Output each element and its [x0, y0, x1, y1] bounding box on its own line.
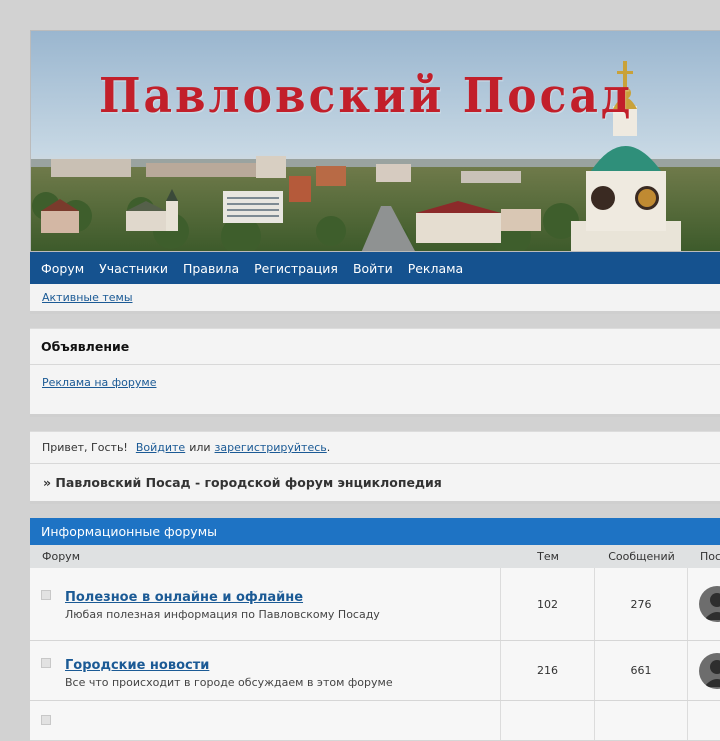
- guest-greeting: Привет, Гость! Войдите или зарегистрируй…: [30, 432, 720, 464]
- forum-topic-count: 216: [501, 641, 595, 700]
- announcement-heading: Объявление: [30, 329, 720, 365]
- greeting-period: .: [326, 441, 331, 454]
- nav-login[interactable]: Войти: [353, 261, 393, 276]
- banner-cityscape-image: [31, 31, 720, 251]
- forum-status-icon: [41, 715, 51, 725]
- forum-status-icon: [41, 658, 51, 668]
- advertising-link[interactable]: Реклама на форуме: [42, 376, 156, 389]
- nav-advertising[interactable]: Реклама: [408, 261, 464, 276]
- banner-title: Павловский Посад: [99, 69, 634, 125]
- nav-rules[interactable]: Правила: [183, 261, 239, 276]
- login-link[interactable]: Войдите: [136, 441, 185, 454]
- active-topics-link[interactable]: Активные темы: [42, 291, 133, 304]
- forum-topic-count: 102: [501, 568, 595, 640]
- forum-title-link[interactable]: Полезное в онлайне и офлайне: [65, 590, 380, 605]
- forum-post-count-empty: [595, 701, 688, 740]
- column-topics: Тем: [537, 550, 559, 563]
- last-post-cell: [688, 568, 720, 640]
- forum-row: Городские новости Все что происходит в г…: [30, 641, 720, 701]
- forum-cell: Полезное в онлайне и офлайне Любая полез…: [30, 568, 501, 640]
- column-last-post: Последнее сообщение: [700, 550, 720, 563]
- category-heading: Информационные форумы: [30, 518, 720, 545]
- nav-register[interactable]: Регистрация: [254, 261, 338, 276]
- forum-description: Все что происходит в городе обсуждаем в …: [65, 676, 393, 689]
- or-text: или: [189, 441, 211, 454]
- forum-title-link[interactable]: Городские новости: [65, 658, 393, 673]
- column-forum: Форум: [42, 550, 80, 563]
- breadcrumb: » Павловский Посад - городской форум энц…: [43, 475, 442, 490]
- forum-cell: Городские новости Все что происходит в г…: [30, 641, 501, 700]
- nav-members[interactable]: Участники: [99, 261, 168, 276]
- column-posts: Сообщений: [608, 550, 675, 563]
- forum-description: Любая полезная информация по Павловскому…: [65, 608, 380, 621]
- register-link[interactable]: зарегистрируйтесь: [215, 441, 327, 454]
- forum-post-count: 276: [595, 568, 688, 640]
- forum-cell: [30, 701, 501, 740]
- announcement-block: Объявление Реклама на форуме: [30, 328, 720, 417]
- sub-navigation: Активные темы: [30, 284, 720, 314]
- announcement-body: Реклама на форуме: [30, 365, 720, 414]
- welcome-block: Привет, Гость! Войдите или зарегистрируй…: [30, 431, 720, 504]
- forum-column-headers: Форум Тем Сообщений Последнее сообщение: [30, 545, 720, 568]
- last-post-cell: [688, 701, 720, 740]
- forum-row: Полезное в онлайне и офлайне Любая полез…: [30, 568, 720, 641]
- user-avatar-icon[interactable]: [699, 586, 720, 622]
- forum-category: Информационные форумы Форум Тем Сообщени…: [30, 518, 720, 741]
- page: Павловский Посад Форум Участники Правила…: [30, 30, 720, 741]
- header-banner: Павловский Посад: [30, 30, 720, 252]
- last-post-cell: [688, 641, 720, 700]
- forum-topic-count-empty: [501, 701, 595, 740]
- main-navigation: Форум Участники Правила Регистрация Войт…: [30, 252, 720, 284]
- forum-row-partial: [30, 701, 720, 741]
- forum-status-icon: [41, 590, 51, 600]
- forum-post-count: 661: [595, 641, 688, 700]
- user-avatar-icon[interactable]: [699, 652, 720, 689]
- greeting-text: Привет, Гость!: [42, 441, 128, 454]
- nav-forum[interactable]: Форум: [41, 261, 84, 276]
